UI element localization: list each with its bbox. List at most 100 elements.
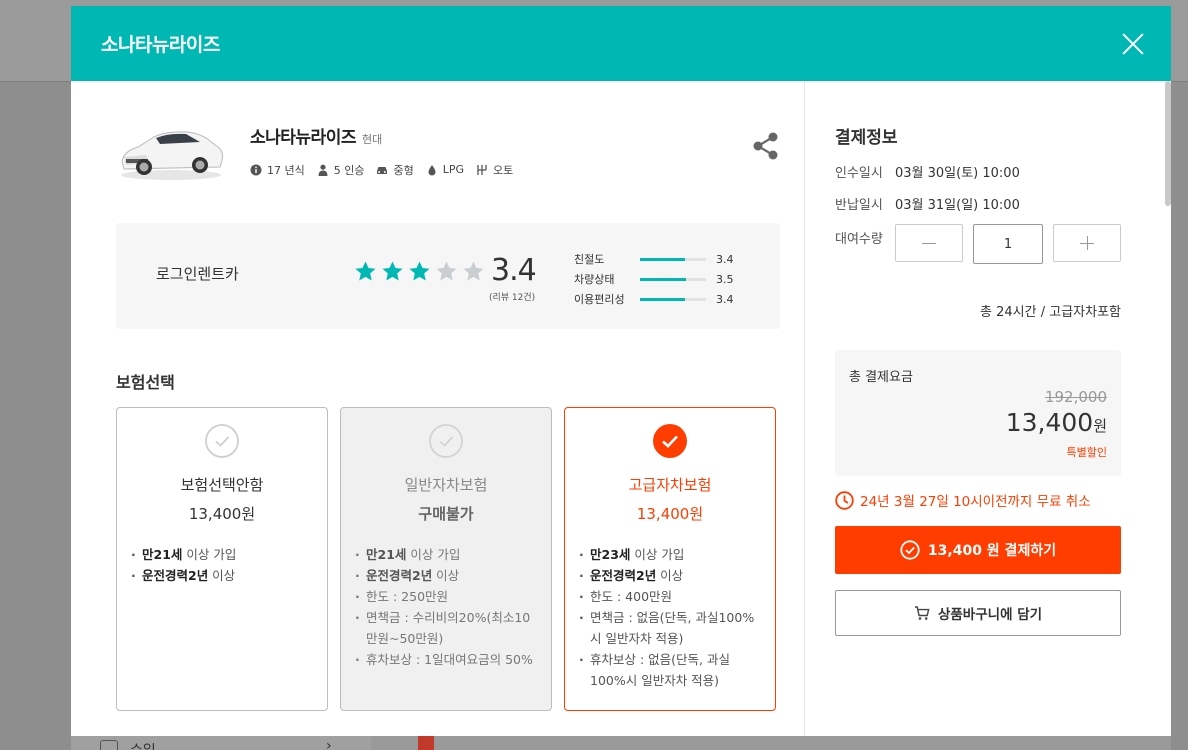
discount-badge: 특별할인 bbox=[1066, 446, 1107, 459]
star-empty-icon bbox=[436, 261, 457, 281]
car-detail-column: 소나타뉴라이즈 현대 17 년식 5 인승 중형 LPG 오토 로그인렌트카 3… bbox=[71, 81, 805, 736]
check-circle-icon bbox=[900, 540, 920, 560]
insurance-conditions: 만23세 이상 가입운전경력2년 이상한도 : 400만원면책금 : 없음(단독… bbox=[565, 544, 775, 691]
insurance-conditions: 만21세 이상 가입운전경력2년 이상 bbox=[117, 544, 327, 586]
insurance-price: 13,400원 bbox=[636, 505, 704, 523]
spec-size: 중형 bbox=[376, 162, 414, 178]
close-icon[interactable] bbox=[1121, 32, 1145, 56]
return-row: 반납일시 03월 31일(일) 10:00 bbox=[835, 195, 1121, 213]
cart-icon bbox=[914, 606, 930, 620]
star-filled-icon bbox=[382, 261, 403, 281]
rating-metric-row: 이용편리성 3.4 bbox=[574, 289, 734, 309]
background-content bbox=[371, 736, 1171, 750]
star-filled-icon bbox=[409, 261, 430, 281]
share-icon[interactable] bbox=[752, 131, 780, 161]
metric-bar-fill bbox=[640, 277, 687, 281]
total-price-label: 총 결제요금 bbox=[849, 370, 913, 385]
insurance-condition: 휴차보상 : 없음(단독, 과실100%시 일반자차 적용) bbox=[579, 649, 761, 691]
spec-seats: 5 인승 bbox=[317, 162, 364, 178]
quantity-input[interactable] bbox=[973, 224, 1043, 264]
metric-bar-fill bbox=[640, 257, 685, 261]
spec-transmission: 오토 bbox=[476, 162, 513, 178]
insurance-name: 고급자차보험 bbox=[628, 476, 712, 494]
quantity-label: 대여수량 bbox=[835, 232, 883, 247]
metric-bar bbox=[640, 277, 706, 281]
car-info: 소나타뉴라이즈 현대 17 년식 5 인승 중형 LPG 오토 bbox=[250, 123, 513, 178]
insurance-option-card: 일반자차보험구매불가만21세 이상 가입운전경력2년 이상한도 : 250만원면… bbox=[340, 407, 552, 711]
metric-label: 친절도 bbox=[574, 253, 605, 266]
metric-label: 차량상태 bbox=[574, 273, 615, 286]
metric-bar bbox=[640, 257, 706, 261]
star-rating bbox=[354, 260, 485, 283]
review-count[interactable]: (리뷰 12건) bbox=[489, 290, 535, 303]
background-logo bbox=[418, 736, 434, 750]
insurance-conditions: 만21세 이상 가입운전경력2년 이상한도 : 250만원면책금 : 수리비의2… bbox=[341, 544, 551, 670]
quantity-increase-button[interactable] bbox=[1053, 224, 1121, 262]
insurance-option-card[interactable]: 고급자차보험 13,400원만23세 이상 가입운전경력2년 이상한도 : 400… bbox=[564, 407, 776, 711]
quantity-row: 대여수량 bbox=[835, 224, 1121, 264]
car-name: 소나타뉴라이즈 bbox=[250, 127, 356, 148]
spec-fuel: LPG bbox=[426, 163, 464, 176]
quantity-decrease-button[interactable] bbox=[895, 224, 963, 262]
rental-duration: 총 24시간 / 고급자차포함 bbox=[980, 305, 1121, 320]
return-value: 03월 31일(일) 10:00 bbox=[895, 198, 1020, 213]
rental-detail-modal: 소나타뉴라이즈 소나타뉴라이즈 현대 17 년식 5 인승 중형 LPG 오토 … bbox=[71, 6, 1171, 736]
insurance-option-card[interactable]: 보험선택안함 13,400원만21세 이상 가입운전경력2년 이상 bbox=[116, 407, 328, 711]
person-icon bbox=[318, 164, 328, 176]
background-checkbox bbox=[100, 740, 118, 750]
insurance-price: 구매불가 bbox=[418, 505, 474, 523]
metric-value: 3.4 bbox=[716, 292, 734, 306]
insurance-condition: 면책금 : 수리비의20%(최소10만원~50만원) bbox=[355, 607, 537, 649]
pickup-row: 인수일시 03월 30일(토) 10:00 bbox=[835, 163, 1121, 181]
insurance-condition: 면책금 : 없음(단독, 과실100%시 일반자차 적용) bbox=[579, 607, 761, 649]
insurance-condition: 휴차보상 : 1일대여요금의 50% bbox=[355, 649, 537, 670]
insurance-condition: 운전경력2년 이상 bbox=[579, 565, 761, 586]
insurance-condition: 만21세 이상 가입 bbox=[355, 544, 537, 565]
pickup-label: 인수일시 bbox=[835, 166, 883, 181]
clock-icon bbox=[835, 490, 854, 510]
rating-metrics: 친절도 3.4 차량상태 3.5 이용편리성 3.4 bbox=[574, 249, 734, 309]
scrollbar[interactable] bbox=[1165, 81, 1171, 206]
pickup-value: 03월 30일(토) 10:00 bbox=[895, 166, 1020, 181]
rating-box: 로그인렌트카 3.4 (리뷰 12건) 친절도 3.4 차량상태 3.5 이용편리성 3.… bbox=[116, 223, 780, 329]
car-brand: 현대 bbox=[361, 132, 383, 146]
car-icon bbox=[377, 166, 388, 174]
return-label: 반납일시 bbox=[835, 198, 883, 213]
free-cancel-note: 24년 3월 27일 10시이전까지 무료 취소 bbox=[835, 490, 1121, 510]
star-filled-icon bbox=[355, 261, 376, 281]
insurance-condition: 한도 : 400만원 bbox=[579, 586, 761, 607]
rental-company-name: 로그인렌트카 bbox=[156, 265, 239, 283]
insurance-condition: 한도 : 250만원 bbox=[355, 586, 537, 607]
metric-label: 이용편리성 bbox=[574, 293, 625, 306]
insurance-section-title: 보험선택 bbox=[116, 373, 175, 392]
star-empty-icon bbox=[463, 261, 484, 281]
car-image bbox=[116, 117, 226, 183]
gear-shift-icon bbox=[477, 164, 487, 175]
original-price: 192,000 bbox=[1044, 388, 1107, 406]
metric-bar bbox=[640, 297, 706, 301]
rating-score: 3.4 bbox=[491, 253, 537, 288]
check-circle-icon bbox=[205, 424, 239, 458]
insurance-condition: 만23세 이상 가입 bbox=[579, 544, 761, 565]
insurance-name: 보험선택안함 bbox=[180, 476, 264, 494]
final-price: 13,400원 bbox=[1005, 408, 1107, 437]
add-to-cart-button[interactable]: 상품바구니에 담기 bbox=[835, 590, 1121, 636]
insurance-name: 일반자차보험 bbox=[404, 476, 488, 494]
background-chevron-icon: › bbox=[326, 738, 332, 750]
car-summary: 소나타뉴라이즈 현대 17 년식 5 인승 중형 LPG 오토 bbox=[116, 117, 780, 183]
total-price-box: 총 결제요금 192,000 13,400원 특별할인 bbox=[835, 350, 1121, 476]
metric-value: 3.5 bbox=[716, 272, 734, 286]
payment-title: 결제정보 bbox=[835, 128, 898, 148]
modal-body: 소나타뉴라이즈 현대 17 년식 5 인승 중형 LPG 오토 로그인렌트카 3… bbox=[71, 81, 1171, 736]
rating-metric-row: 친절도 3.4 bbox=[574, 249, 734, 269]
insurance-options: 보험선택안함13,400원만21세 이상 가입운전경력2년 이상일반자차보험구매… bbox=[116, 407, 780, 711]
metric-bar-fill bbox=[640, 297, 685, 301]
rating-metric-row: 차량상태 3.5 bbox=[574, 269, 734, 289]
spec-year: 17 년식 bbox=[250, 162, 305, 178]
pay-button[interactable]: 13,400 원 결제하기 bbox=[835, 526, 1121, 574]
modal-header: 소나타뉴라이즈 bbox=[71, 6, 1171, 81]
payment-column: 결제정보 인수일시 03월 30일(토) 10:00 반납일시 03월 31일(… bbox=[805, 81, 1171, 736]
car-specs: 17 년식 5 인승 중형 LPG 오토 bbox=[250, 162, 513, 178]
insurance-condition: 운전경력2년 이상 bbox=[131, 565, 313, 586]
metric-value: 3.4 bbox=[716, 252, 734, 266]
